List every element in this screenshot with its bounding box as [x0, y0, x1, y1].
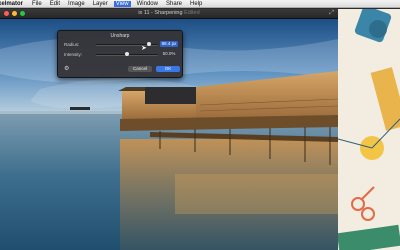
decorative-illustration [338, 9, 400, 250]
window-title-edited: Edited [184, 10, 200, 16]
radius-value-field[interactable]: 88.4 px [160, 41, 178, 47]
intensity-slider-thumb[interactable] [125, 52, 129, 56]
radius-slider[interactable] [96, 42, 158, 46]
tool-icon [369, 20, 387, 38]
menu-window[interactable]: Window [137, 1, 158, 7]
intensity-label: Intensity: [64, 52, 83, 57]
radius-slider-thumb[interactable] [146, 42, 151, 46]
dialog-title: Unsharp [110, 33, 130, 39]
menu-bar: xelmator File Edit Image Layer View Wind… [0, 0, 400, 8]
menu-layer[interactable]: Layer [93, 1, 108, 7]
app-menu[interactable]: xelmator [0, 1, 23, 7]
window-titlebar: ix 11 - Sharpening Edited ⤢ [0, 9, 338, 19]
window-title: ix 11 - Sharpening Edited [0, 10, 338, 16]
radius-row: Radius: 88.4 px [62, 41, 178, 48]
ok-button[interactable]: OK [156, 66, 180, 72]
menu-view[interactable]: View [113, 0, 131, 7]
intensity-row: Intensity: 50.0% [62, 51, 178, 58]
menu-share[interactable]: Share [166, 1, 182, 7]
menu-help[interactable]: Help [190, 1, 202, 7]
menu-file[interactable]: File [32, 1, 42, 7]
menu-edit[interactable]: Edit [50, 1, 60, 7]
distant-ship [70, 107, 90, 110]
mouse-pointer-icon: ➤ [141, 45, 147, 52]
window-title-text: ix 11 - Sharpening [138, 10, 183, 16]
intensity-slider[interactable] [96, 52, 158, 56]
pier-reflection-glow [175, 174, 338, 214]
cancel-button[interactable]: Cancel [128, 66, 152, 72]
radius-label: Radius: [64, 42, 80, 47]
illustration-art [338, 9, 400, 250]
fullscreen-icon[interactable]: ⤢ [329, 10, 334, 17]
gear-icon[interactable]: ⚙ [64, 66, 70, 72]
unsharp-dialog: Unsharp Radius: 88.4 px Intensity: 50.0%… [57, 30, 183, 78]
intensity-value-field[interactable]: 50.0% [160, 51, 178, 57]
bathhouse-dark-section [145, 87, 196, 104]
menu-image[interactable]: Image [68, 1, 85, 7]
